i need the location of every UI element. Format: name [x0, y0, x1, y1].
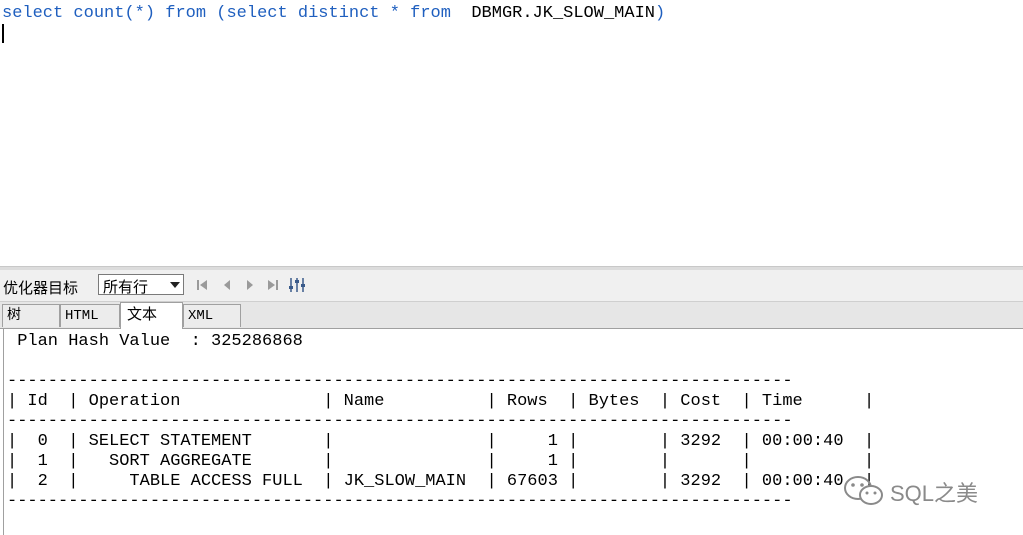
- sql-token: select: [2, 4, 64, 23]
- plan-toolbar: 优化器目标 所有行: [0, 270, 1023, 302]
- sql-token: count: [73, 4, 125, 23]
- sliders-icon[interactable]: [288, 276, 306, 294]
- sql-token: from: [410, 4, 451, 23]
- next-record-icon[interactable]: [244, 278, 258, 292]
- sql-token: (: [216, 4, 227, 23]
- tab-text[interactable]: 文本: [120, 302, 183, 329]
- tab-xml[interactable]: XML: [183, 304, 241, 327]
- tab-html[interactable]: HTML: [60, 304, 120, 327]
- watermark-text: SQL之美: [890, 481, 979, 506]
- first-record-icon[interactable]: [196, 278, 210, 292]
- execution-plan-text: Plan Hash Value : 325286868 ------------…: [7, 332, 875, 511]
- prev-record-icon[interactable]: [221, 278, 235, 292]
- plan-view-tabs: 树 HTML 文本 XML: [0, 302, 1023, 329]
- sql-token: *: [389, 4, 400, 23]
- sql-editor[interactable]: select count(*) from (select distinct * …: [0, 0, 1023, 266]
- sql-token: select: [226, 4, 288, 23]
- sql-statement-line[interactable]: select count(*) from (select distinct * …: [2, 3, 665, 25]
- sql-token: (*): [124, 4, 156, 23]
- text-caret: [2, 24, 4, 43]
- chevron-down-icon[interactable]: [170, 282, 180, 288]
- last-record-icon[interactable]: [267, 278, 281, 292]
- wechat-icon: [844, 476, 883, 505]
- optimizer-goal-value: 所有行: [103, 278, 149, 296]
- tab-tree[interactable]: 树: [2, 304, 60, 327]
- watermark: SQL之美: [842, 474, 1002, 508]
- sql-token: ): [654, 4, 666, 23]
- optimizer-goal-label: 优化器目标: [3, 279, 79, 297]
- sql-token: distinct: [297, 4, 380, 23]
- optimizer-goal-select[interactable]: 所有行: [98, 274, 184, 296]
- sql-token: from: [165, 4, 207, 23]
- sql-token: DBMGR.JK_SLOW_MAIN: [471, 4, 655, 23]
